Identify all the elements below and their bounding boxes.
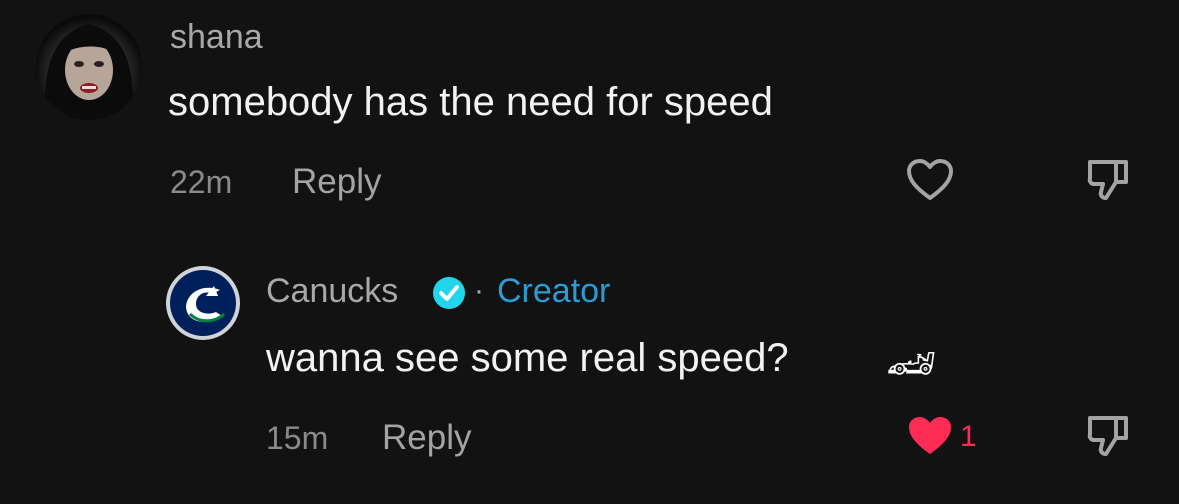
username[interactable]: Canucks xyxy=(266,272,398,311)
comment-text: somebody has the need for speed xyxy=(168,80,773,124)
dislike-button[interactable] xyxy=(1086,414,1130,463)
heart-outline-icon xyxy=(907,159,953,200)
verified-badge xyxy=(432,276,466,315)
username[interactable]: shana xyxy=(170,18,263,57)
heart-filled-icon xyxy=(909,417,951,454)
separator: · xyxy=(474,274,484,307)
comment-text: wanna see some real speed? xyxy=(266,336,789,380)
avatar[interactable] xyxy=(36,14,142,120)
timestamp: 15m xyxy=(266,420,329,456)
thumbs-down-icon xyxy=(1087,160,1128,200)
reply-button[interactable]: Reply xyxy=(292,162,381,202)
creator-label: Creator xyxy=(497,272,611,310)
like-button[interactable] xyxy=(906,158,954,207)
dislike-button[interactable] xyxy=(1086,158,1130,207)
canucks-logo-icon xyxy=(170,270,236,336)
verified-check-icon xyxy=(433,277,465,309)
like-count: 1 xyxy=(960,420,977,453)
reply-button[interactable]: Reply xyxy=(382,418,471,458)
thumbs-down-icon xyxy=(1087,416,1128,456)
avatar-photo xyxy=(45,24,133,120)
race-car-emoji: 🏎 xyxy=(886,342,937,386)
avatar[interactable] xyxy=(166,266,240,340)
like-button[interactable] xyxy=(906,414,954,463)
timestamp: 22m xyxy=(170,164,233,200)
